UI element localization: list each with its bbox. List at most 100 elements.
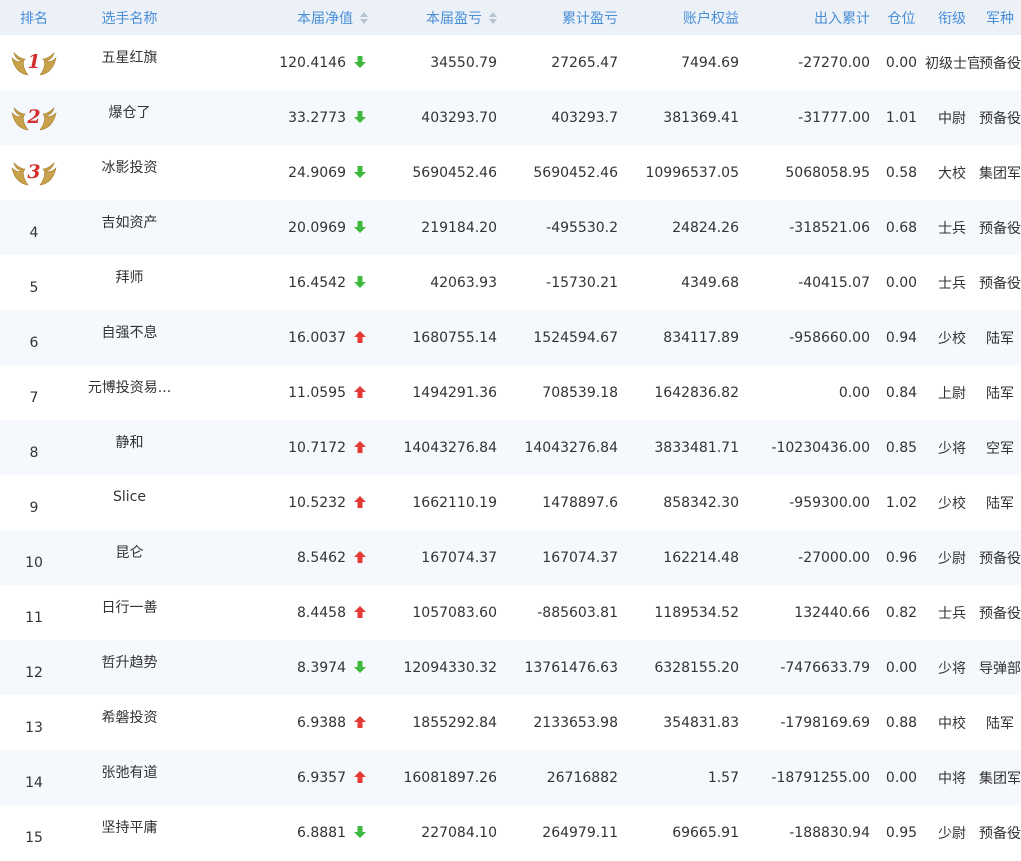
- player-name-cell: 元博投资易...: [68, 365, 191, 420]
- nav-value: 8.4458: [297, 604, 346, 621]
- nav-value: 11.0595: [288, 384, 346, 401]
- branch-cell: 陆军: [986, 495, 1014, 512]
- profit-cell: 219184.20: [421, 219, 497, 236]
- table-row[interactable]: 1 五星红旗 120.4146 34550.79 27265.47 7494.69 -272…: [0, 35, 1021, 90]
- rank-medal-icon: 3: [10, 158, 58, 188]
- nav-cell: 120.4146: [191, 35, 376, 90]
- player-name-link[interactable]: 坚持平庸: [68, 817, 191, 837]
- branch-cell: 预备役: [979, 275, 1021, 292]
- branch-cell: 集团军: [979, 770, 1021, 787]
- arrow-up-icon: [354, 605, 366, 618]
- table-row[interactable]: 2 爆仓了 33.2773 403293.70 403293.7 381369.41 -31…: [0, 90, 1021, 145]
- arrow-up-icon: [354, 440, 366, 453]
- player-name-cell: 日行一善: [68, 585, 191, 640]
- branch-cell: 预备役: [979, 825, 1021, 842]
- player-name-link[interactable]: 昆仑: [68, 542, 191, 562]
- rank-cell: 9: [0, 475, 68, 530]
- title-cell: 中尉: [938, 110, 966, 127]
- table-row[interactable]: 13 希磐投资 6.9388 1855292.84 2133653.98 354831.8…: [0, 695, 1021, 750]
- ranking-rows: 1 五星红旗 120.4146 34550.79 27265.47 7494.69 -272…: [0, 35, 1021, 860]
- player-name-cell: 爆仓了: [68, 90, 191, 145]
- rank-cell: 14: [0, 750, 68, 805]
- ranking-board: 排名 选手名称 本届净值 本届盈亏 累计盈亏 账户权益 出入累计 仓位 衔级 军…: [0, 0, 1021, 861]
- table-row[interactable]: 10 昆仑 8.5462 167074.37 167074.37 162214.48 -27…: [0, 530, 1021, 585]
- profit-cell: 1057083.60: [412, 604, 497, 621]
- player-name-cell: 自强不息: [68, 310, 191, 365]
- nav-cell: 16.0037: [191, 310, 376, 365]
- player-name-link[interactable]: 冰影投资: [68, 157, 191, 177]
- branch-cell: 陆军: [986, 715, 1014, 732]
- rank-number: 5: [29, 279, 39, 296]
- title-cell: 中将: [938, 770, 966, 787]
- nav-value: 10.7172: [288, 439, 346, 456]
- player-name-link[interactable]: 爆仓了: [68, 102, 191, 122]
- branch-cell: 预备役: [979, 605, 1021, 622]
- player-name-link[interactable]: 静和: [68, 432, 191, 452]
- table-row[interactable]: 15 坚持平庸 6.8881 227084.10 264979.11 69665.91 -1…: [0, 805, 1021, 860]
- nav-value: 6.8881: [297, 824, 346, 841]
- player-name-cell: 哲升趋势: [68, 640, 191, 695]
- player-name-link[interactable]: 五星红旗: [68, 47, 191, 67]
- branch-cell: 陆军: [986, 330, 1014, 347]
- player-name-link[interactable]: 自强不息: [68, 322, 191, 342]
- column-header-branch[interactable]: 军种: [979, 0, 1021, 35]
- column-header-in-out[interactable]: 出入累计: [747, 0, 878, 35]
- column-header-cum-profit[interactable]: 累计盈亏: [505, 0, 626, 35]
- nav-cell: 8.4458: [191, 585, 376, 640]
- nav-cell: 8.3974: [191, 640, 376, 695]
- cum-profit-cell: -495530.2: [546, 219, 618, 236]
- player-name-cell: 五星红旗: [68, 35, 191, 90]
- column-header-nav[interactable]: 本届净值: [191, 0, 376, 35]
- column-header-title[interactable]: 衔级: [925, 0, 979, 35]
- title-cell: 上尉: [938, 385, 966, 402]
- player-name-link[interactable]: 日行一善: [68, 597, 191, 617]
- table-row[interactable]: 3 冰影投资 24.9069 5690452.46 5690452.46 10996537…: [0, 145, 1021, 200]
- table-row[interactable]: 12 哲升趋势 8.3974 12094330.32 13761476.63 632815…: [0, 640, 1021, 695]
- in-out-cell: -188830.94: [789, 824, 870, 841]
- table-row[interactable]: 5 拜师 16.4542 42063.93 -15730.21 4349.68 -40415…: [0, 255, 1021, 310]
- column-header-profit[interactable]: 本届盈亏: [376, 0, 505, 35]
- table-row[interactable]: 9 Slice 10.5232 1662110.19 1478897.6 858342.3…: [0, 475, 1021, 530]
- player-name-link[interactable]: 元博投资易...: [68, 377, 191, 397]
- arrow-down-icon: [354, 110, 366, 123]
- table-row[interactable]: 14 张弛有道 6.9357 16081897.26 26716882 1.57 -1879…: [0, 750, 1021, 805]
- arrow-down-icon: [354, 55, 366, 68]
- player-name-link[interactable]: 张弛有道: [68, 762, 191, 782]
- in-out-cell: -40415.07: [798, 274, 870, 291]
- player-name-link[interactable]: 哲升趋势: [68, 652, 191, 672]
- position-cell: 1.01: [885, 109, 918, 126]
- table-row[interactable]: 4 吉如资产 20.0969 219184.20 -495530.2 24824.26 -3…: [0, 200, 1021, 255]
- column-header-player[interactable]: 选手名称: [68, 0, 191, 35]
- in-out-cell: 132440.66: [794, 604, 870, 621]
- table-row[interactable]: 8 静和 10.7172 14043276.84 14043276.84 3833481.…: [0, 420, 1021, 475]
- profit-cell: 403293.70: [421, 109, 497, 126]
- equity-cell: 834117.89: [663, 329, 739, 346]
- branch-cell: 预备役: [979, 110, 1021, 127]
- rank-cell: 11: [0, 585, 68, 640]
- nav-value: 16.0037: [288, 329, 346, 346]
- table-row[interactable]: 7 元博投资易... 11.0595 1494291.36 708539.18 16428…: [0, 365, 1021, 420]
- column-header-position[interactable]: 仓位: [878, 0, 925, 35]
- player-name-link[interactable]: 拜师: [68, 267, 191, 287]
- rank-cell: 2: [0, 90, 68, 145]
- sort-icon[interactable]: [360, 11, 368, 24]
- column-header-equity[interactable]: 账户权益: [626, 0, 747, 35]
- player-name-link[interactable]: 希磐投资: [68, 707, 191, 727]
- position-cell: 0.68: [885, 219, 918, 236]
- player-name-link[interactable]: 吉如资产: [68, 212, 191, 232]
- cum-profit-cell: 5690452.46: [533, 164, 618, 181]
- sort-icon[interactable]: [489, 11, 497, 24]
- position-cell: 0.00: [885, 54, 918, 71]
- rank-cell: 5: [0, 255, 68, 310]
- player-name-link[interactable]: Slice: [68, 489, 191, 505]
- table-row[interactable]: 6 自强不息 16.0037 1680755.14 1524594.67 834117.8…: [0, 310, 1021, 365]
- equity-cell: 4349.68: [681, 274, 739, 291]
- profit-cell: 34550.79: [430, 54, 497, 71]
- in-out-cell: -318521.06: [789, 219, 870, 236]
- table-row[interactable]: 11 日行一善 8.4458 1057083.60 -885603.81 1189534.…: [0, 585, 1021, 640]
- position-cell: 0.94: [885, 329, 918, 346]
- cum-profit-cell: -885603.81: [537, 604, 618, 621]
- nav-value: 16.4542: [288, 274, 346, 291]
- column-header-rank[interactable]: 排名: [0, 0, 68, 35]
- rank-number: 7: [29, 389, 39, 406]
